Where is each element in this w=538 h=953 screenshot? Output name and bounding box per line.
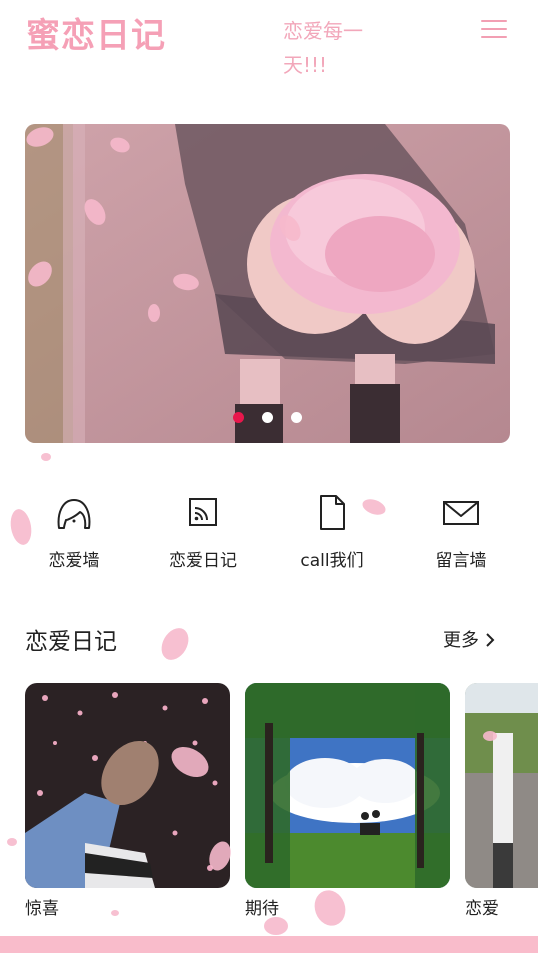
banner-carousel[interactable] <box>25 124 510 443</box>
document-icon <box>320 495 345 530</box>
chevron-right-icon <box>486 633 495 647</box>
more-link[interactable]: 更多 <box>443 626 495 652</box>
face-icon <box>57 499 91 529</box>
diary-card-image <box>465 683 538 888</box>
diary-card-label: 期待 <box>245 899 279 919</box>
quick-nav: 恋爱墙 恋爱日记 call我们 留言墙 <box>0 492 538 572</box>
bottom-bar <box>0 936 538 953</box>
carousel-dot[interactable] <box>262 412 273 423</box>
diary-card-label: 惊喜 <box>25 899 59 919</box>
hamburger-menu-icon-bar <box>481 28 507 30</box>
diary-card[interactable]: 恋爱 <box>465 683 538 919</box>
mail-icon <box>443 501 479 525</box>
diary-card[interactable]: 惊喜 <box>25 683 230 919</box>
nav-love-wall[interactable]: 恋爱墙 <box>14 492 134 571</box>
header-slogan: 恋爱每一天!!! <box>283 19 363 77</box>
carousel-dot[interactable] <box>291 412 302 423</box>
section-title: 恋爱日记 <box>25 629 117 655</box>
app-header: 蜜恋日记 恋爱每一天!!! <box>0 0 538 100</box>
carousel-indicators <box>25 408 510 427</box>
nav-call-us-label: call我们 <box>300 551 364 571</box>
banner-image <box>25 124 510 443</box>
nav-love-diary-label: 恋爱日记 <box>169 551 237 571</box>
diary-card-label: 恋爱 <box>465 899 499 919</box>
nav-message-wall[interactable]: 留言墙 <box>401 492 521 571</box>
nav-love-wall-label: 恋爱墙 <box>48 551 100 571</box>
nav-message-wall-label: 留言墙 <box>435 551 487 571</box>
carousel-dot[interactable] <box>233 412 244 423</box>
diary-card-image <box>245 683 450 888</box>
more-link-label: 更多 <box>443 630 479 651</box>
nav-love-diary[interactable]: 恋爱日记 <box>143 492 263 571</box>
diary-card-list[interactable]: 惊喜 期待 恋爱 <box>0 683 538 923</box>
diary-card-image <box>25 683 230 888</box>
hamburger-menu-icon-bar <box>481 36 507 38</box>
rss-feed-icon <box>189 498 217 526</box>
app-logo: 蜜恋日记 <box>26 16 166 56</box>
diary-card[interactable]: 期待 <box>245 683 450 919</box>
menu-button[interactable] <box>478 16 510 42</box>
nav-call-us[interactable]: call我们 <box>272 492 392 571</box>
hamburger-menu-icon <box>481 20 507 22</box>
